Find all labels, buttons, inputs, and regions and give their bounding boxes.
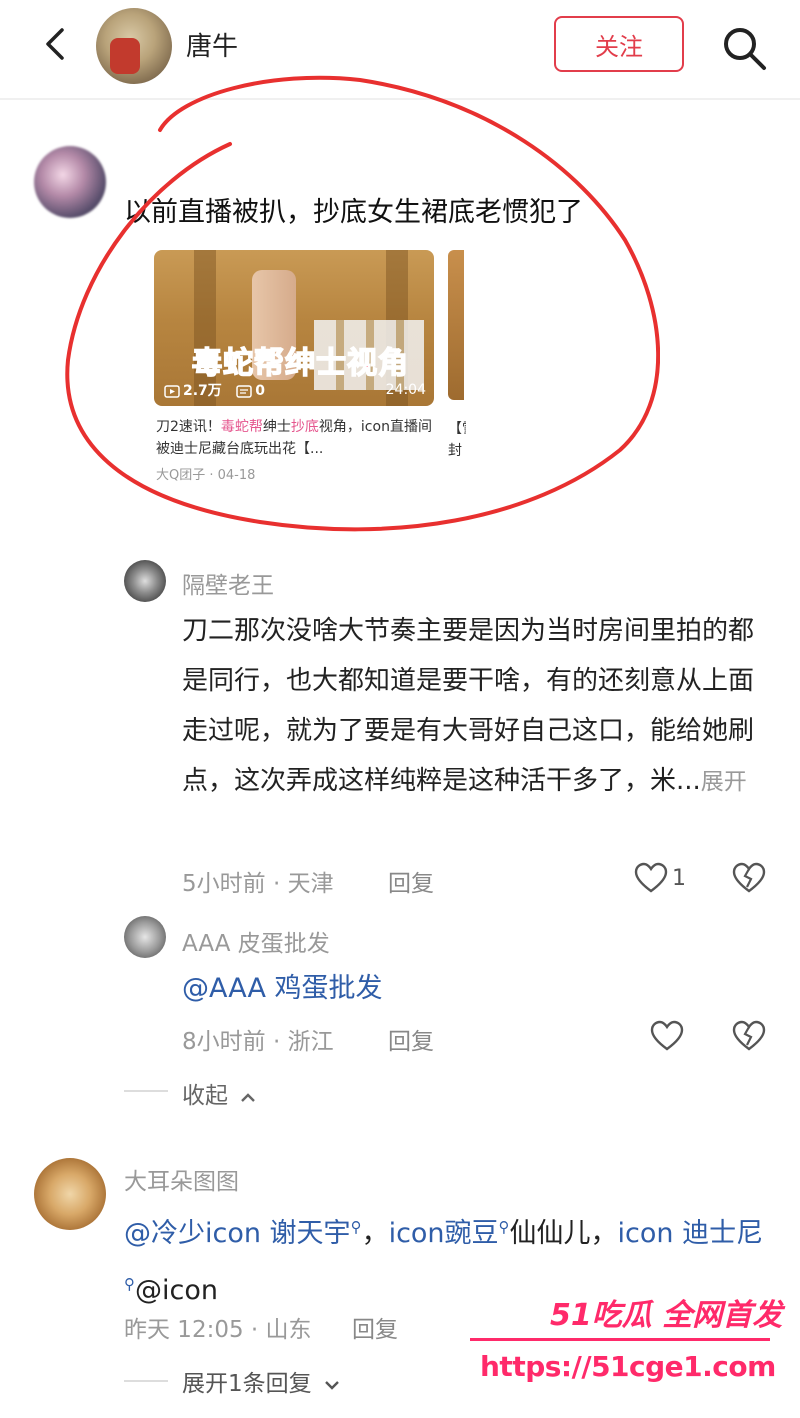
reply-meta: 5小时前 · 天津 (182, 871, 334, 897)
thumbnail-caption: 毒蛇帮绅士视角 (191, 345, 409, 382)
video-duration: 24:04 (385, 382, 426, 398)
header-divider (0, 98, 800, 100)
mention-link[interactable]: @icon (135, 1275, 218, 1306)
reply-button[interactable]: 回复 (388, 1022, 434, 1056)
commenter-avatar[interactable] (34, 1158, 106, 1230)
watermark-brand: 51吃瓜 全网首发 (550, 1298, 783, 1333)
search-icon[interactable] (718, 22, 770, 74)
collapse-replies-button[interactable]: 收起 (182, 1076, 257, 1110)
author-avatar[interactable] (96, 8, 172, 84)
collapse-label: 收起 (182, 1083, 228, 1109)
video-card[interactable]: 毒蛇帮绅士视角 2.7万 0 24:04 刀2速讯！毒蛇帮绅士抄底视角，icon… (144, 246, 444, 492)
reply-avatar[interactable] (124, 560, 166, 602)
reply-meta: 8小时前 · 浙江 (182, 1029, 334, 1055)
search-link[interactable]: icon 迪士尼 (618, 1218, 764, 1249)
like-count: 1 (672, 866, 686, 891)
reply-body: 刀二那次没啥大节奏主要是因为当时房间里拍的都是同行，也大都知道是要干啥，有的还刻… (182, 616, 755, 796)
expand-link[interactable]: 展开 (701, 769, 747, 795)
back-arrow-icon[interactable] (36, 24, 76, 64)
watermark: 51吃瓜 全网首发 https://51cge1.com (470, 1290, 790, 1410)
expand-divider (124, 1380, 168, 1382)
commenter-avatar[interactable] (34, 146, 106, 218)
comment-text: 以前直播被扒，抄底女生裙底老惯犯了 (124, 197, 583, 228)
broken-heart-icon[interactable] (732, 1020, 766, 1052)
reply-author[interactable]: 隔壁老王 (182, 566, 274, 600)
comment-author[interactable]: 大耳朵图图 (124, 1162, 239, 1196)
next-video-card[interactable] (448, 250, 464, 400)
watermark-line (470, 1338, 770, 1341)
text-seg: ， (361, 1218, 389, 1249)
comment-meta: 昨天 12:05 · 山东 (124, 1317, 312, 1343)
reply-avatar[interactable] (124, 916, 166, 958)
title-seg: 刀2速讯！ (156, 419, 221, 435)
reply-button[interactable]: 回复 (388, 864, 434, 898)
play-count-icon (164, 384, 180, 398)
reply-text: 刀二那次没啥大节奏主要是因为当时房间里拍的都是同行，也大都知道是要干啥，有的还刻… (182, 606, 762, 807)
title-seg: 绅士 (262, 419, 291, 435)
expand-replies-label: 展开1条回复 (182, 1371, 312, 1397)
mention-link[interactable]: @AAA 鸡蛋批发 (182, 966, 383, 1005)
video-title[interactable]: 刀2速讯！毒蛇帮绅士抄底视角，icon直播间被迪士尼藏台底玩出花【... (156, 416, 436, 460)
search-hint-icon: ⚲ (498, 1218, 510, 1236)
top-bar: 唐牛 关注 (0, 0, 800, 96)
title-highlight: 毒蛇帮 (220, 419, 263, 435)
broken-heart-icon[interactable] (732, 862, 766, 894)
title-highlight: 抄底 (290, 419, 319, 435)
video-meta: 大Q团子 · 04-18 (156, 468, 256, 483)
heart-icon[interactable] (650, 1020, 684, 1052)
text-seg: 仙仙儿， (509, 1218, 618, 1249)
collapse-divider (124, 1090, 168, 1092)
reply-button[interactable]: 回复 (352, 1310, 398, 1344)
search-hint-icon: ⚲ (124, 1275, 135, 1293)
mention-link[interactable]: @冷少icon 谢天宇 (124, 1218, 351, 1249)
expand-replies-button[interactable]: 展开1条回复 (182, 1364, 341, 1398)
video-author: 大Q团子 (156, 468, 206, 483)
video-stats: 2.7万 0 (164, 380, 275, 400)
video-thumbnail[interactable]: 毒蛇帮绅士视角 2.7万 0 24:04 (154, 250, 434, 406)
danmaku-count: 0 (255, 383, 266, 399)
search-hint-icon: ⚲ (350, 1218, 362, 1236)
heart-icon[interactable] (634, 862, 668, 894)
watermark-url: https://51cge1.com (480, 1350, 776, 1383)
danmaku-icon (236, 384, 253, 398)
chevron-down-icon (325, 1380, 339, 1390)
play-count: 2.7万 (183, 383, 222, 399)
follow-button[interactable]: 关注 (554, 16, 684, 72)
video-date: 04-18 (217, 468, 256, 483)
next-video-title: 【雪封 (448, 421, 466, 459)
author-name[interactable]: 唐牛 (186, 26, 238, 63)
chevron-up-icon (241, 1092, 256, 1102)
search-link[interactable]: icon豌豆 (389, 1218, 499, 1249)
reply-author[interactable]: AAA 皮蛋批发 (182, 924, 330, 958)
